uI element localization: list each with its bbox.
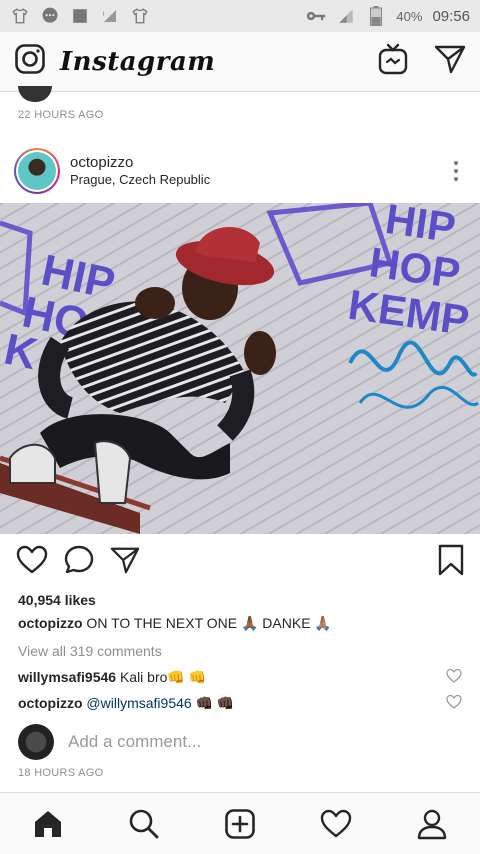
bottom-nav: [0, 792, 480, 854]
comment-text: 👊🏿 👊🏿: [191, 695, 235, 711]
previous-post-avatar[interactable]: [18, 86, 52, 102]
comment-username[interactable]: willymsafi9546: [18, 669, 116, 685]
post-username[interactable]: octopizzo: [70, 153, 210, 173]
view-all-comments-link[interactable]: View all 319 comments: [18, 643, 162, 659]
battery-icon: [366, 6, 386, 26]
comment-row: willymsafi9546 Kali bro👊 👊: [18, 668, 462, 687]
image-notification-icon: [70, 6, 90, 26]
app-header: Instagram: [0, 32, 480, 92]
clock-time: 09:56: [432, 7, 470, 25]
chat-notification-icon: [40, 6, 60, 26]
previous-post-timestamp: 22 HOURS AGO: [18, 109, 104, 121]
battery-percent: 40%: [396, 8, 423, 24]
activity-heart-icon[interactable]: [312, 800, 360, 848]
profile-icon[interactable]: [408, 800, 456, 848]
bookmark-icon[interactable]: [438, 544, 464, 581]
comment-like-heart-icon[interactable]: [446, 668, 462, 687]
post-location[interactable]: Prague, Czech Republic: [70, 172, 210, 189]
shirt-notification-icon-2: [130, 6, 150, 26]
search-icon[interactable]: [120, 800, 168, 848]
share-icon[interactable]: [110, 546, 140, 579]
status-bar: ! 40% 09:56: [0, 0, 480, 32]
comment-row: octopizzo @willymsafi9546 👊🏿 👊🏿: [18, 694, 462, 713]
signal-notification-icon: !: [100, 6, 120, 26]
key-icon: [306, 6, 326, 26]
caption-text: ON TO THE NEXT ONE 🙏🏾 DANKE 🙏🏽: [82, 615, 332, 631]
likes-count[interactable]: 40,954 likes: [18, 592, 96, 608]
svg-text:!: !: [103, 11, 105, 18]
comment-text: Kali bro👊 👊: [116, 669, 207, 685]
more-options-icon[interactable]: [446, 161, 466, 181]
avatar[interactable]: [14, 148, 60, 194]
add-comment-row: Add a comment...: [18, 724, 462, 760]
comment-bubble-icon[interactable]: [64, 545, 94, 580]
like-heart-icon[interactable]: [16, 545, 48, 580]
camera-icon[interactable]: [14, 43, 46, 80]
post-photo[interactable]: HIP HOP KEMP HIP HOP K: [0, 203, 480, 534]
caption-username[interactable]: octopizzo: [18, 615, 83, 631]
post-header: octopizzo Prague, Czech Republic: [0, 144, 480, 198]
add-comment-input[interactable]: Add a comment...: [68, 732, 201, 752]
current-user-avatar: [18, 724, 54, 760]
new-post-icon[interactable]: [216, 800, 264, 848]
comment-like-heart-icon[interactable]: [446, 694, 462, 713]
cell-signal-icon: [336, 6, 356, 26]
home-icon[interactable]: [24, 800, 72, 848]
post-timestamp: 18 HOURS AGO: [18, 767, 104, 779]
shirt-notification-icon: [10, 6, 30, 26]
post-caption: octopizzo ON TO THE NEXT ONE 🙏🏾 DANKE 🙏🏽: [18, 615, 332, 632]
instagram-logo: Instagram: [60, 46, 216, 77]
comment-username[interactable]: octopizzo: [18, 695, 83, 711]
direct-message-icon[interactable]: [434, 44, 466, 79]
post-actions: [0, 540, 480, 584]
comment-mention[interactable]: @willymsafi9546: [83, 695, 191, 711]
igtv-icon[interactable]: [378, 43, 408, 80]
